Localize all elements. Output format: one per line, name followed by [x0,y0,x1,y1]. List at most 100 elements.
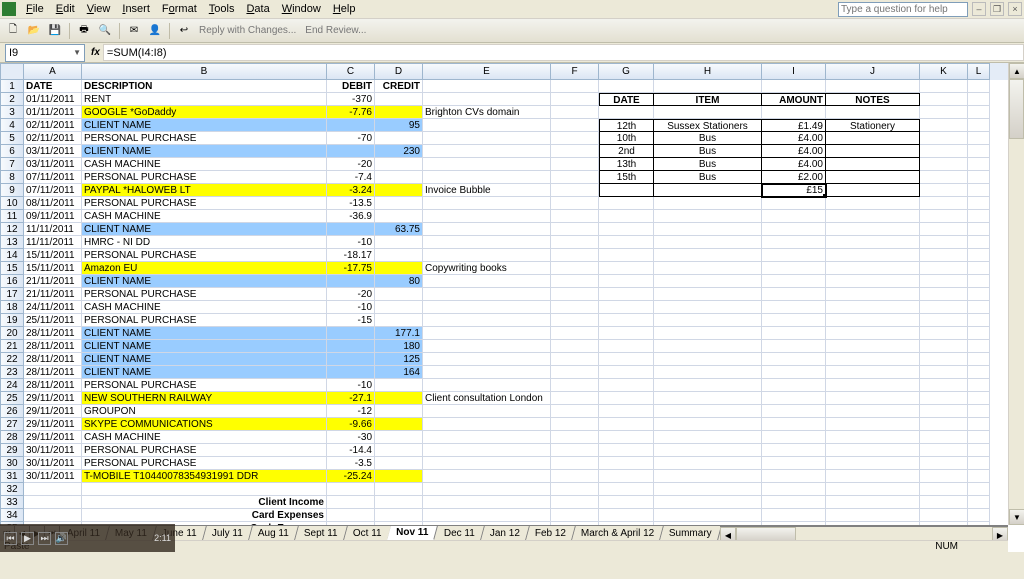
scroll-up-arrow[interactable]: ▲ [1009,63,1024,79]
menu-view[interactable]: View [81,1,117,17]
cell-L[interactable] [968,509,990,522]
row-header-5[interactable]: 5 [0,132,24,145]
cell-J[interactable] [826,171,920,184]
cell-J[interactable] [826,392,920,405]
cell-A[interactable]: 02/11/2011 [24,132,82,145]
cell-B[interactable]: CLIENT NAME [82,119,327,132]
cell-F[interactable] [551,327,599,340]
cell-H[interactable] [654,509,762,522]
cell-E[interactable] [423,93,551,106]
cell-E[interactable] [423,353,551,366]
cell-I[interactable] [762,314,826,327]
cell-E[interactable] [423,223,551,236]
cell-E[interactable] [423,275,551,288]
formula-bar[interactable]: =SUM(I4:I8) [103,44,1024,61]
cell-I[interactable] [762,392,826,405]
cell-D[interactable] [375,132,423,145]
row-header-12[interactable]: 12 [0,223,24,236]
select-all-corner[interactable] [0,63,24,80]
cell-I[interactable] [762,379,826,392]
cell-L[interactable] [968,483,990,496]
cell-D[interactable] [375,431,423,444]
cell-G[interactable]: DATE [599,93,654,106]
cell-K[interactable] [920,119,968,132]
cell-F[interactable] [551,262,599,275]
cell-I[interactable] [762,405,826,418]
cell-G[interactable] [599,288,654,301]
cell-J[interactable] [826,80,920,93]
horizontal-scrollbar[interactable]: ◀ ▶ [720,526,1008,541]
cell-D[interactable] [375,405,423,418]
cell-B[interactable]: CASH MACHINE [82,301,327,314]
cell-H[interactable]: Bus [654,132,762,145]
cell-H[interactable] [654,444,762,457]
cells-area[interactable]: DATEDESCRIPTIONDEBITCREDIT01/11/2011RENT… [24,80,1008,525]
row-header-1[interactable]: 1 [0,80,24,93]
cell-J[interactable] [826,288,920,301]
cell-J[interactable] [826,210,920,223]
cell-C[interactable] [327,353,375,366]
help-search-input[interactable] [838,2,968,17]
cell-A[interactable]: 29/11/2011 [24,392,82,405]
cell-G[interactable] [599,418,654,431]
menu-data[interactable]: Data [240,1,275,17]
cell-E[interactable] [423,379,551,392]
cell-H[interactable] [654,223,762,236]
column-header-A[interactable]: A [24,63,82,80]
cell-D[interactable] [375,288,423,301]
row-header-29[interactable]: 29 [0,444,24,457]
row-header-19[interactable]: 19 [0,314,24,327]
cell-B[interactable]: PERSONAL PURCHASE [82,288,327,301]
cell-F[interactable] [551,145,599,158]
preview-button[interactable]: 🔍 [96,22,114,40]
cell-C[interactable]: -18.17 [327,249,375,262]
end-review-label[interactable]: End Review... [302,25,369,36]
cell-J[interactable] [826,509,920,522]
cell-D[interactable] [375,158,423,171]
cell-G[interactable] [599,353,654,366]
cell-L[interactable] [968,119,990,132]
cell-E[interactable] [423,457,551,470]
cell-B[interactable]: Amazon EU [82,262,327,275]
cell-A[interactable] [24,509,82,522]
column-header-B[interactable]: B [82,63,327,80]
cell-F[interactable] [551,171,599,184]
cell-I[interactable] [762,262,826,275]
cell-K[interactable] [920,353,968,366]
cell-K[interactable] [920,314,968,327]
cell-B[interactable]: PERSONAL PURCHASE [82,171,327,184]
cell-B[interactable]: CLIENT NAME [82,366,327,379]
cell-A[interactable]: 03/11/2011 [24,145,82,158]
cell-H[interactable] [654,197,762,210]
cell-E[interactable] [423,236,551,249]
cell-G[interactable] [599,405,654,418]
cell-H[interactable]: Bus [654,171,762,184]
cell-E[interactable] [423,119,551,132]
cell-B[interactable]: Card Expenses [82,509,327,522]
cell-L[interactable] [968,184,990,197]
cell-G[interactable] [599,223,654,236]
cell-E[interactable] [423,210,551,223]
cell-I[interactable] [762,288,826,301]
cell-H[interactable] [654,314,762,327]
cell-J[interactable] [826,353,920,366]
cell-I[interactable] [762,249,826,262]
row-header-34[interactable]: 34 [0,509,24,522]
cell-I[interactable]: £1.49 [762,119,826,132]
cell-G[interactable] [599,457,654,470]
cell-F[interactable] [551,340,599,353]
cell-A[interactable]: 29/11/2011 [24,418,82,431]
cell-A[interactable]: 28/11/2011 [24,379,82,392]
cell-A[interactable]: 08/11/2011 [24,197,82,210]
cell-A[interactable]: 07/11/2011 [24,184,82,197]
cell-E[interactable] [423,496,551,509]
cell-A[interactable]: 02/11/2011 [24,119,82,132]
cell-L[interactable] [968,262,990,275]
cell-A[interactable]: 25/11/2011 [24,314,82,327]
row-header-11[interactable]: 11 [0,210,24,223]
column-header-E[interactable]: E [423,63,551,80]
cell-I[interactable] [762,457,826,470]
cell-L[interactable] [968,457,990,470]
cell-G[interactable] [599,366,654,379]
cell-A[interactable]: 28/11/2011 [24,340,82,353]
